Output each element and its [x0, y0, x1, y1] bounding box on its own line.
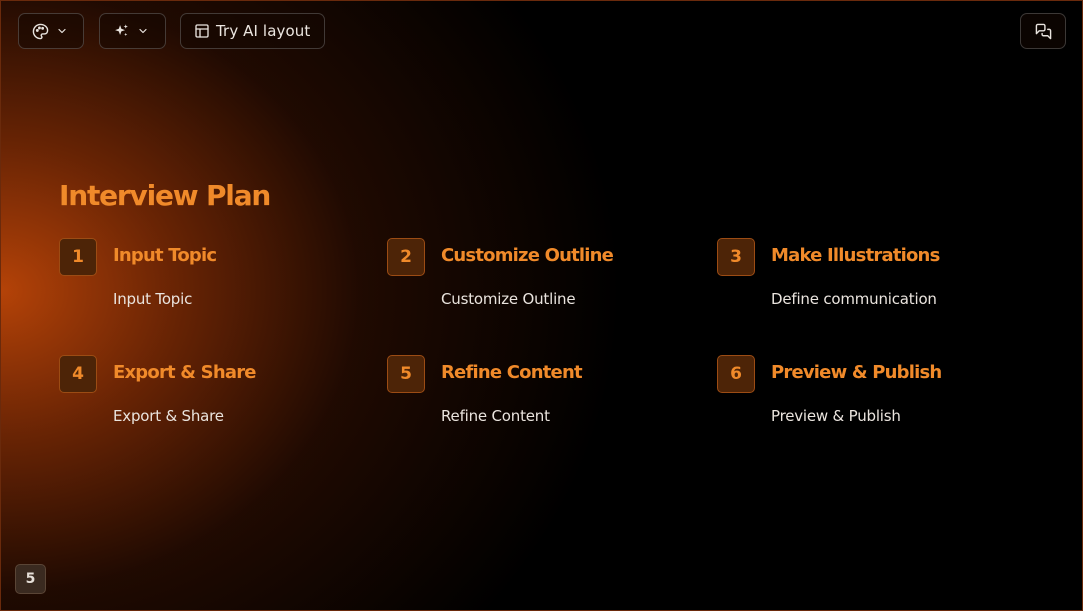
- step-item: 6 Preview & Publish Preview & Publish: [717, 355, 1017, 445]
- slide-canvas: Try AI layout Interview Plan 1 Input Top…: [0, 0, 1083, 611]
- step-number: 5: [387, 355, 425, 393]
- step-heading: Export & Share: [113, 362, 256, 383]
- step-number: 1: [59, 238, 97, 276]
- step-item: 4 Export & Share Export & Share: [59, 355, 359, 445]
- step-description: Refine Content: [441, 407, 550, 425]
- step-number: 3: [717, 238, 755, 276]
- layout-icon: [194, 23, 210, 39]
- step-item: 2 Customize Outline Customize Outline: [387, 238, 687, 328]
- step-item: 3 Make Illustrations Define communicatio…: [717, 238, 1017, 328]
- step-description: Define communication: [771, 290, 937, 308]
- ai-magic-button[interactable]: [99, 13, 166, 49]
- step-description: Export & Share: [113, 407, 224, 425]
- step-description: Input Topic: [113, 290, 193, 308]
- sparkles-icon: [113, 23, 130, 40]
- chevron-down-icon: [56, 25, 68, 37]
- slide-title: Interview Plan: [59, 179, 271, 212]
- try-ai-layout-button[interactable]: Try AI layout: [180, 13, 325, 49]
- page-number-badge[interactable]: 5: [15, 564, 46, 594]
- step-number: 2: [387, 238, 425, 276]
- step-number: 4: [59, 355, 97, 393]
- palette-icon: [32, 23, 49, 40]
- step-description: Customize Outline: [441, 290, 576, 308]
- step-heading: Customize Outline: [441, 245, 614, 266]
- step-item: 1 Input Topic Input Topic: [59, 238, 359, 328]
- try-ai-layout-label: Try AI layout: [216, 22, 311, 40]
- step-heading: Make Illustrations: [771, 245, 940, 266]
- step-heading: Input Topic: [113, 245, 217, 266]
- step-number: 6: [717, 355, 755, 393]
- comments-icon: [1035, 23, 1052, 40]
- comments-button[interactable]: [1020, 13, 1066, 49]
- step-heading: Refine Content: [441, 362, 583, 383]
- chevron-down-icon: [137, 25, 149, 37]
- step-heading: Preview & Publish: [771, 362, 942, 383]
- step-item: 5 Refine Content Refine Content: [387, 355, 687, 445]
- step-description: Preview & Publish: [771, 407, 901, 425]
- theme-button[interactable]: [18, 13, 84, 49]
